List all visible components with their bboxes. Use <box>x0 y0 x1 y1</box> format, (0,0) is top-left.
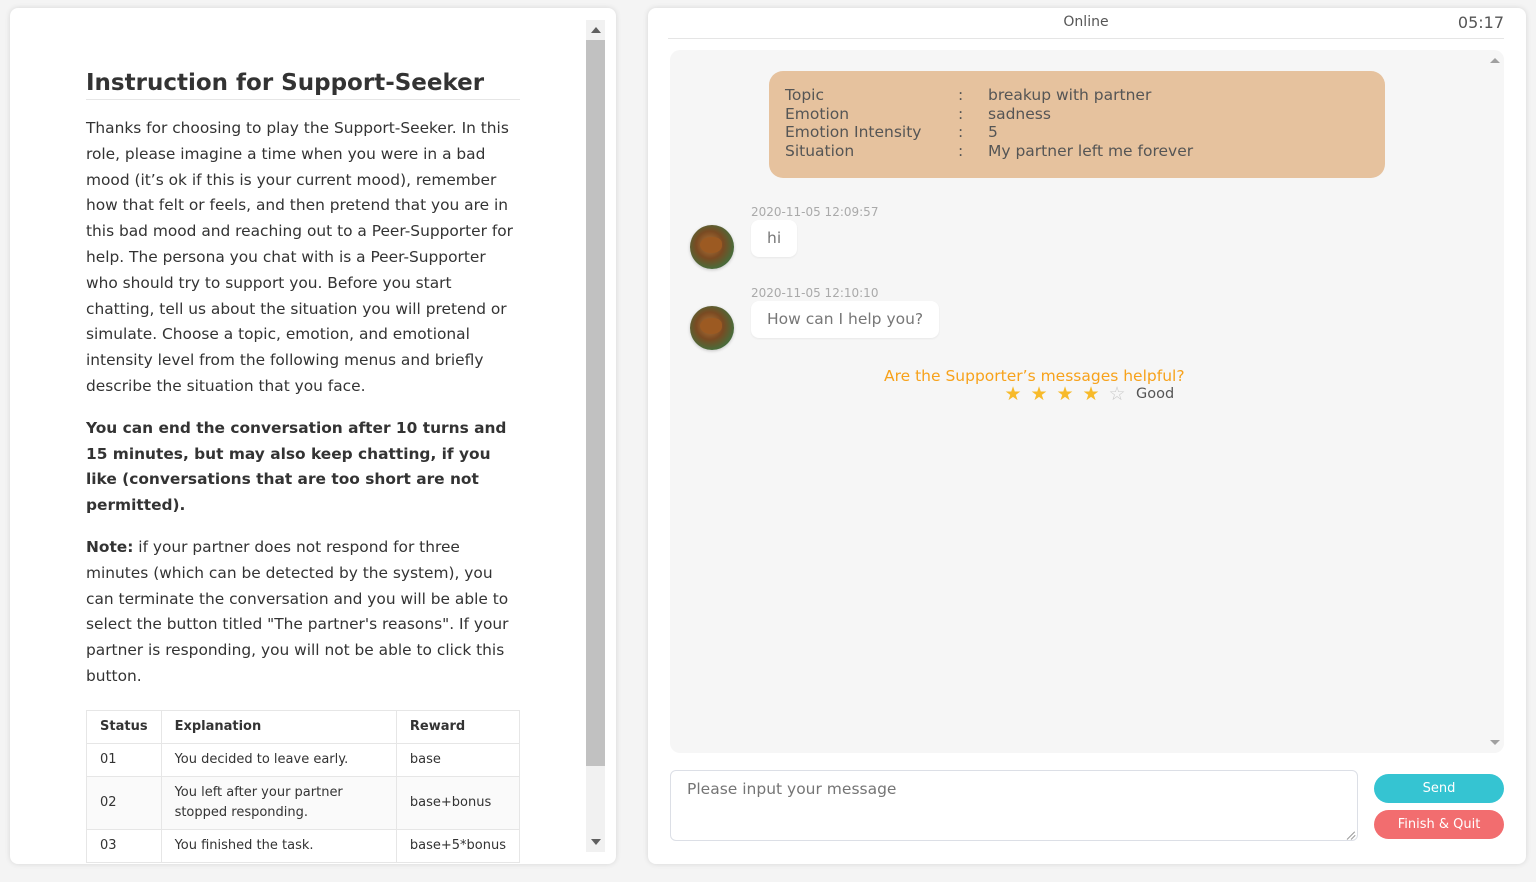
table-cell: 02 <box>86 775 162 830</box>
instruction-bold-paragraph: You can end the conversation after 10 tu… <box>86 418 507 515</box>
message-timestamp: 2020-11-05 12:10:10 <box>751 286 879 300</box>
partner-status: Online <box>1063 14 1109 30</box>
info-key: Emotion Intensity <box>785 123 922 142</box>
chat-messages-area[interactable]: Topic : breakup with partner Emotion : s… <box>670 50 1504 753</box>
avatar <box>690 306 734 350</box>
send-button[interactable]: Send <box>1374 774 1504 803</box>
table-cell: You decided to leave early. <box>160 742 397 777</box>
table-cell: base+bonus <box>395 775 521 830</box>
info-row-intensity: Emotion Intensity : 5 <box>785 123 1369 142</box>
instruction-scrollbar[interactable] <box>586 20 605 852</box>
info-key: Emotion <box>785 104 850 123</box>
instruction-note: Note: if your partner does not respond f… <box>86 535 520 690</box>
chat-timer: 05:17 <box>1457 13 1504 32</box>
note-label: Note: <box>86 537 134 556</box>
instruction-content: Instruction for Support-Seeker Thanks fo… <box>86 70 521 863</box>
table-header-row: Status Explanation Reward <box>86 709 521 744</box>
chat-status-bar: Online 05:17 <box>668 8 1504 39</box>
scroll-up-icon[interactable] <box>1490 58 1500 63</box>
instruction-paragraph: Thanks for choosing to play the Support-… <box>86 119 513 395</box>
info-separator: : <box>958 86 964 104</box>
chat-panel: Online 05:17 Topic : breakup with partne… <box>648 8 1526 864</box>
scrollbar-thumb[interactable] <box>586 40 605 766</box>
scroll-up-icon[interactable] <box>591 27 601 33</box>
table-cell: 03 <box>86 828 162 863</box>
rating-label: Good <box>1136 386 1175 402</box>
resize-handle-icon[interactable] <box>1347 830 1356 839</box>
star-icon[interactable]: ★ <box>1078 384 1104 404</box>
info-row-situation: Situation : My partner left me forever <box>785 142 1369 161</box>
info-value: sadness <box>988 104 1051 123</box>
scroll-down-icon[interactable] <box>591 839 601 845</box>
avatar <box>690 225 734 269</box>
table-header-reward: Reward <box>395 709 521 744</box>
instruction-panel: Instruction for Support-Seeker Thanks fo… <box>10 8 616 864</box>
info-value: 5 <box>988 123 998 142</box>
message-bubble: hi <box>751 220 798 257</box>
reward-table: Status Explanation Reward 01 You decided… <box>86 709 521 863</box>
message-bubble: How can I help you? <box>751 301 940 338</box>
star-icon[interactable]: ★ <box>1000 384 1026 404</box>
info-row-topic: Topic : breakup with partner <box>785 86 1369 105</box>
rating-stars[interactable]: ★ ★ ★ ★ ☆ Good <box>1000 384 1174 404</box>
table-cell: You left after your partner stopped resp… <box>160 775 397 830</box>
table-cell: You finished the task. <box>160 828 397 863</box>
star-icon[interactable]: ★ <box>1026 384 1052 404</box>
table-cell: base <box>395 742 521 777</box>
table-header-explanation: Explanation <box>160 709 397 744</box>
chat-scrollbar[interactable] <box>1486 50 1504 753</box>
situation-info-card: Topic : breakup with partner Emotion : s… <box>769 71 1385 178</box>
info-separator: : <box>958 142 964 161</box>
star-outline-icon[interactable]: ☆ <box>1104 384 1130 404</box>
table-row: 03 You finished the task. base+5*bonus <box>86 828 521 863</box>
info-key: Situation <box>785 142 855 161</box>
table-cell: base+5*bonus <box>395 828 521 863</box>
table-cell: 01 <box>86 742 162 777</box>
info-separator: : <box>958 123 964 142</box>
info-row-emotion: Emotion : sadness <box>785 105 1369 124</box>
info-separator: : <box>958 104 964 123</box>
message-input[interactable] <box>670 770 1358 841</box>
info-value: breakup with partner <box>988 86 1152 104</box>
table-row: 02 You left after your partner stopped r… <box>86 775 521 830</box>
scroll-down-icon[interactable] <box>1490 740 1500 745</box>
info-value: My partner left me forever <box>988 142 1194 161</box>
instruction-title: Instruction for Support-Seeker <box>86 70 520 100</box>
finish-quit-button[interactable]: Finish & Quit <box>1374 810 1504 839</box>
star-icon[interactable]: ★ <box>1052 384 1078 404</box>
info-key: Topic <box>785 86 824 104</box>
note-text: if your partner does not respond for thr… <box>86 537 509 685</box>
message-timestamp: 2020-11-05 12:09:57 <box>751 205 879 219</box>
table-row: 01 You decided to leave early. base <box>86 742 521 777</box>
table-header-status: Status <box>86 709 162 744</box>
